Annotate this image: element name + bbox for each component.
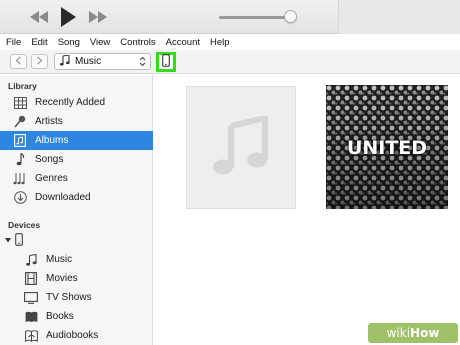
audiobook-icon: [24, 329, 38, 343]
note-icon: [13, 153, 27, 167]
sidebar-item-label: Genres: [35, 173, 68, 184]
watermark-wiki: wiki: [386, 326, 411, 340]
sidebar-item-label: Recently Added: [35, 97, 106, 108]
device-item-audiobooks[interactable]: Audiobooks: [0, 326, 153, 345]
album-art-text: UNITED: [346, 137, 428, 159]
iphone-icon: [15, 232, 23, 249]
sidebar-item-artists[interactable]: Artists: [0, 112, 153, 131]
device-item-tv-shows[interactable]: TV Shows: [0, 288, 153, 307]
media-type-select[interactable]: Music: [54, 53, 151, 70]
sidebar-item-label: Songs: [35, 154, 64, 165]
genres-icon: [13, 172, 27, 186]
media-type-label: Music: [75, 56, 102, 67]
sidebar-item-albums[interactable]: Albums: [0, 131, 153, 150]
volume-knob[interactable]: [284, 10, 297, 23]
sidebar-item-label: Artists: [35, 116, 63, 127]
book-icon: [24, 310, 38, 324]
fast-forward-icon[interactable]: [87, 6, 109, 28]
note-icon: [24, 253, 38, 267]
microphone-icon: [13, 115, 27, 129]
watermark-how: How: [410, 326, 440, 340]
album-tile-united[interactable]: UNITED: [326, 85, 448, 209]
menu-controls[interactable]: Controls: [120, 37, 155, 48]
updown-chevron-icon: [139, 56, 146, 68]
menu-bar: File Edit Song View Controls Account Hel…: [0, 34, 460, 50]
album-icon: [13, 134, 27, 148]
chevron-right-icon: [36, 55, 43, 68]
back-button[interactable]: [10, 54, 27, 69]
device-entry[interactable]: [0, 231, 153, 250]
sidebar-item-downloaded[interactable]: Downloaded: [0, 188, 153, 207]
music-note-icon: [60, 53, 70, 69]
menu-help[interactable]: Help: [210, 37, 230, 48]
status-display: [338, 0, 460, 34]
iphone-icon: [162, 54, 170, 70]
download-icon: [13, 191, 27, 205]
sidebar-item-label: Movies: [46, 273, 78, 284]
sidebar-item-genres[interactable]: Genres: [0, 169, 153, 188]
play-icon[interactable]: [58, 6, 78, 28]
chevron-left-icon: [15, 55, 22, 68]
library-header: Library: [8, 81, 37, 91]
album-grid: UNITED: [154, 75, 460, 345]
music-note-icon: [213, 114, 269, 179]
sidebar-item-label: TV Shows: [46, 292, 92, 303]
rewind-icon[interactable]: [28, 6, 50, 28]
sidebar-item-label: Audiobooks: [46, 330, 99, 341]
menu-account[interactable]: Account: [166, 37, 200, 48]
wikihow-watermark: wiki How: [368, 323, 458, 343]
device-item-movies[interactable]: Movies: [0, 269, 153, 288]
menu-view[interactable]: View: [90, 37, 110, 48]
menu-edit[interactable]: Edit: [31, 37, 47, 48]
sidebar-item-songs[interactable]: Songs: [0, 150, 153, 169]
toolbar: Music: [0, 50, 460, 74]
sidebar-item-label: Books: [46, 311, 74, 322]
devices-header: Devices: [8, 220, 41, 230]
sidebar-item-label: Albums: [35, 135, 69, 146]
forward-button[interactable]: [31, 54, 48, 69]
sidebar-item-label: Downloaded: [35, 192, 91, 203]
album-tile-placeholder[interactable]: [186, 86, 296, 209]
menu-file[interactable]: File: [6, 37, 21, 48]
device-item-books[interactable]: Books: [0, 307, 153, 326]
device-item-music[interactable]: Music: [0, 250, 153, 269]
sidebar-item-label: Music: [46, 254, 73, 265]
sidebar: Library Recently Added Artists Albums So…: [0, 75, 153, 345]
volume-slider[interactable]: [219, 16, 289, 19]
device-button[interactable]: [156, 52, 176, 72]
grid-icon: [13, 96, 27, 110]
disclosure-triangle-icon[interactable]: [5, 235, 11, 246]
menu-song[interactable]: Song: [58, 37, 80, 48]
tv-icon: [24, 291, 38, 305]
sidebar-item-recently-added[interactable]: Recently Added: [0, 93, 153, 112]
playback-bar: [0, 0, 460, 34]
film-icon: [24, 272, 38, 286]
